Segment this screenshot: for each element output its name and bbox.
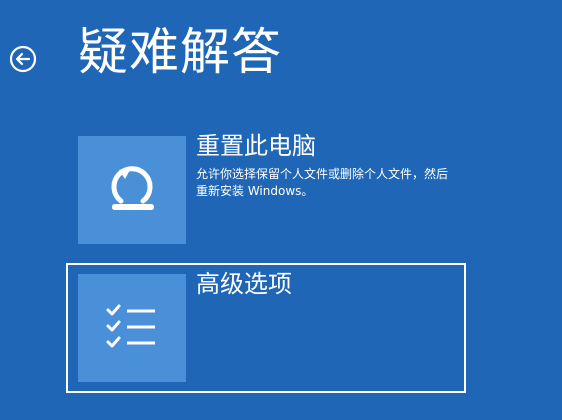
advanced-options-option[interactable]: 高级选项	[66, 263, 466, 393]
reset-pc-description: 允许你选择保留个人文件或删除个人文件，然后重新安装 Windows。	[196, 167, 449, 198]
reset-pc-tile	[78, 136, 186, 244]
advanced-options-tile	[78, 274, 186, 382]
reset-pc-option[interactable]: 重置此电脑 允许你选择保留个人文件或删除个人文件，然后重新安装 Windows。	[66, 125, 466, 255]
page-title: 疑难解答	[78, 23, 282, 81]
advanced-options-title: 高级选项	[196, 270, 292, 298]
back-button[interactable]	[8, 44, 38, 74]
reset-pc-icon	[111, 166, 154, 210]
reset-pc-title: 重置此电脑	[196, 132, 316, 160]
back-arrow-icon	[9, 45, 37, 73]
checklist-icon	[106, 304, 155, 348]
